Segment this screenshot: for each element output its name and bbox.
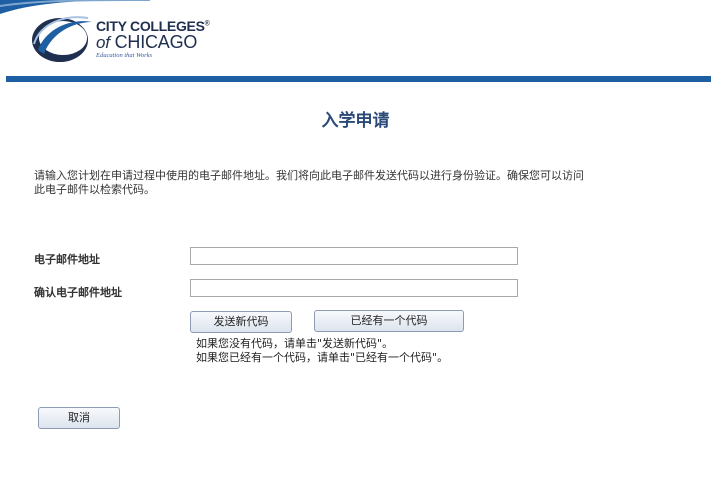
have-code-button[interactable]: 已经有一个代码 xyxy=(314,310,464,332)
logo-tagline: Education that Works xyxy=(96,52,153,59)
cancel-button[interactable]: 取消 xyxy=(38,407,120,429)
site-header: CITY COLLEGES® of CHICAGO Education that… xyxy=(0,0,711,82)
city-colleges-logo[interactable]: CITY COLLEGES® of CHICAGO Education that… xyxy=(30,10,230,66)
logo-swoosh-icon xyxy=(32,16,92,62)
header-divider-bar xyxy=(6,76,711,82)
email-label: 电子邮件地址 xyxy=(34,253,100,266)
confirm-email-field[interactable] xyxy=(190,279,518,297)
instructions-text: 请输入您计划在申请过程中使用的电子邮件地址。我们将向此电子邮件发送代码以进行身份… xyxy=(34,169,584,196)
confirm-email-label: 确认电子邮件地址 xyxy=(34,286,122,299)
code-help-text: 如果您没有代码，请单击"发送新代码"。 如果您已经有一个代码，请单击"已经有一个… xyxy=(196,337,448,365)
help-line-no-code: 如果您没有代码，请单击"发送新代码"。 xyxy=(196,337,394,350)
send-new-code-button[interactable]: 发送新代码 xyxy=(190,311,292,333)
logo-name-line2: of CHICAGO xyxy=(96,32,198,52)
page-title: 入学申请 xyxy=(321,111,390,131)
help-line-have-code: 如果您已经有一个代码，请单击"已经有一个代码"。 xyxy=(196,351,449,364)
email-field[interactable] xyxy=(190,247,518,265)
